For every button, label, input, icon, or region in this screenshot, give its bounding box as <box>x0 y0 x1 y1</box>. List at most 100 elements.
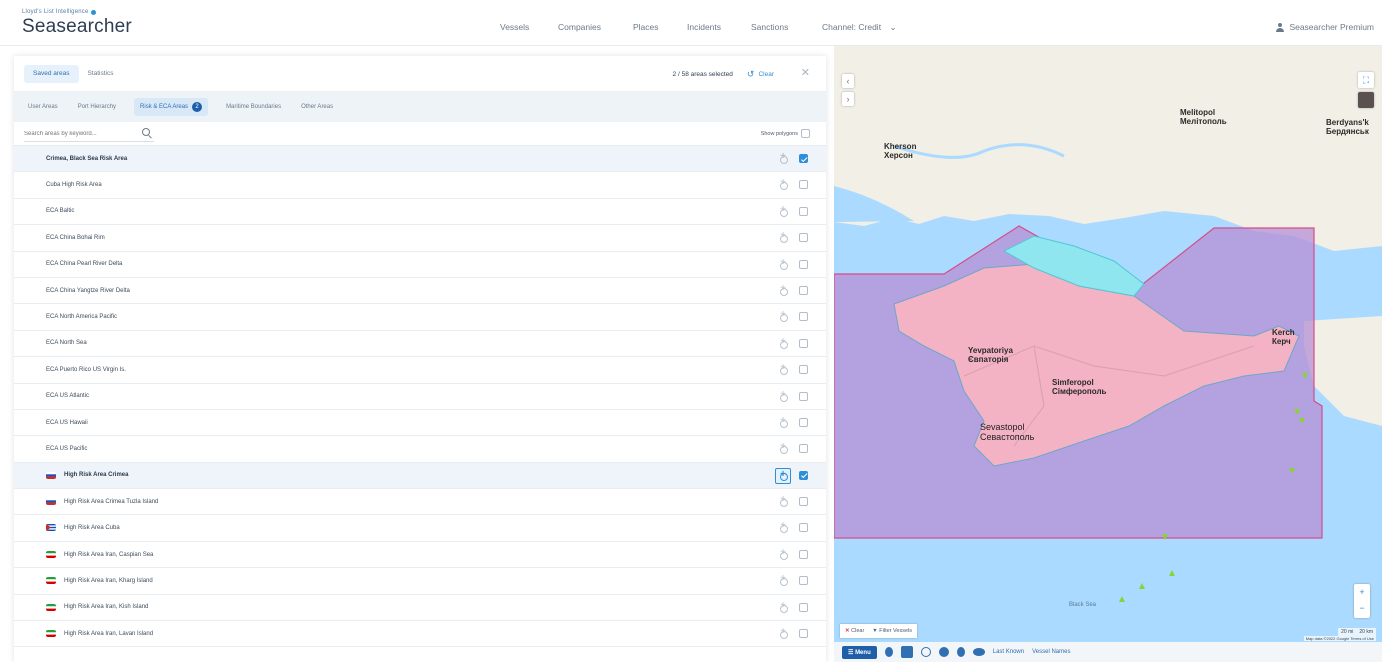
vessel-marker[interactable] <box>1119 596 1125 602</box>
area-row[interactable]: High Risk Area Iran, Lavan Island <box>14 621 826 648</box>
brand-logo[interactable]: Lloyd's List Intelligence Seasearcher <box>22 9 132 38</box>
area-row[interactable]: High Risk Area Crimea Tuzla Island <box>14 489 826 516</box>
crosshair-icon[interactable] <box>778 494 788 508</box>
map-attribution[interactable]: Map data ©2022 Google Terms of Use <box>1303 636 1376 641</box>
area-row[interactable]: High Risk Area Iran, Kharg Island <box>14 568 826 595</box>
zoom-in-icon[interactable]: + <box>1354 584 1370 600</box>
crosshair-icon[interactable] <box>778 230 788 244</box>
crosshair-icon[interactable] <box>775 467 791 484</box>
area-checkbox[interactable] <box>799 444 808 454</box>
close-icon[interactable]: ✕ <box>801 66 810 79</box>
tab-port-hierarchy[interactable]: Port Hierarchy <box>76 100 118 114</box>
area-row[interactable]: ECA US Atlantic <box>14 384 826 410</box>
area-row[interactable]: High Risk Area Cuba <box>14 515 826 542</box>
location-pin-icon[interactable] <box>884 647 893 657</box>
vessel-names-toggle[interactable]: Vessel Names <box>1032 649 1070 655</box>
nav-companies[interactable]: Companies <box>558 22 601 32</box>
area-checkbox[interactable] <box>799 338 808 348</box>
compass-icon[interactable] <box>938 647 949 657</box>
area-checkbox[interactable] <box>799 285 808 295</box>
show-polygons-toggle[interactable]: Show polygons <box>761 129 810 138</box>
area-row[interactable]: High Risk Area Iran, Caspian Sea <box>14 542 826 569</box>
pin-icon[interactable] <box>956 647 965 657</box>
crosshair-icon[interactable] <box>778 389 788 402</box>
layers-icon[interactable] <box>900 646 913 658</box>
area-row[interactable]: ECA US Pacific <box>14 436 826 463</box>
street-view-button[interactable] <box>1358 92 1374 108</box>
area-row[interactable]: ECA China Yangtze River Delta <box>14 278 826 305</box>
clear-selection-button[interactable]: ↺ Clear <box>747 69 774 80</box>
tab-user-areas[interactable]: User Areas <box>26 100 60 114</box>
fullscreen-button[interactable]: ⛶ <box>1358 72 1374 88</box>
area-row[interactable]: Crimea, Black Sea Risk Area <box>14 146 826 173</box>
area-checkbox[interactable] <box>799 391 808 401</box>
search-icon[interactable] <box>920 647 931 657</box>
crosshair-icon[interactable] <box>778 336 788 349</box>
menu-button[interactable]: ☰ Menu <box>842 645 877 659</box>
last-known-toggle[interactable]: Last Known <box>993 649 1024 655</box>
area-checkbox[interactable] <box>799 602 808 612</box>
search-icon[interactable] <box>142 128 150 136</box>
area-checkbox[interactable] <box>799 417 808 427</box>
area-row[interactable]: ECA North Sea <box>14 331 826 358</box>
crosshair-icon[interactable] <box>778 600 788 613</box>
crosshair-icon[interactable] <box>778 547 788 560</box>
crosshair-icon[interactable] <box>778 151 788 164</box>
tab-statistics[interactable]: Statistics <box>79 65 123 83</box>
area-checkbox[interactable] <box>799 259 808 269</box>
crosshair-icon[interactable] <box>778 415 788 428</box>
area-checkbox[interactable] <box>799 233 808 243</box>
crosshair-icon[interactable] <box>778 626 788 640</box>
area-row[interactable]: ECA US Hawaii <box>14 410 826 437</box>
nav-channel-credit[interactable]: Channel: Credit ⌄ <box>822 22 897 33</box>
filter-clear-button[interactable]: ✕ Clear <box>845 628 864 634</box>
zoom-control[interactable]: + − <box>1354 584 1370 618</box>
area-row[interactable]: High Risk Area Crimea <box>14 462 826 490</box>
vessel-marker[interactable] <box>1139 583 1145 589</box>
tab-other-areas[interactable]: Other Areas <box>299 100 335 114</box>
area-checkbox[interactable] <box>799 312 808 322</box>
area-checkbox[interactable] <box>799 206 808 216</box>
area-row[interactable]: ECA China Pearl River Delta <box>14 252 826 278</box>
crosshair-icon[interactable] <box>778 520 788 534</box>
area-row[interactable]: Cuba High Risk Area <box>14 172 826 199</box>
crosshair-icon[interactable] <box>778 257 788 270</box>
nav-places[interactable]: Places <box>633 22 659 32</box>
area-checkbox[interactable] <box>799 523 808 533</box>
area-checkbox[interactable] <box>799 154 808 163</box>
area-checkbox[interactable] <box>799 549 808 559</box>
area-checkbox[interactable] <box>799 629 808 639</box>
search-input[interactable] <box>24 126 154 142</box>
area-row[interactable]: High Risk Area Iran, Kish Island <box>14 595 826 622</box>
area-checkbox[interactable] <box>799 497 808 507</box>
area-checkbox[interactable] <box>799 180 808 190</box>
crosshair-icon[interactable] <box>778 441 788 455</box>
cloud-icon[interactable] <box>972 648 985 656</box>
area-checkbox[interactable] <box>799 470 808 480</box>
area-checkbox[interactable] <box>799 365 808 375</box>
nav-incidents[interactable]: Incidents <box>687 22 721 32</box>
crosshair-icon[interactable] <box>778 283 788 296</box>
zoom-out-icon[interactable]: − <box>1354 600 1370 616</box>
user-menu[interactable]: Seasearcher Premium <box>1276 22 1374 32</box>
show-polygons-checkbox[interactable] <box>801 129 810 138</box>
crosshair-icon[interactable] <box>778 362 788 376</box>
filter-vessels-button[interactable]: ▼ Filter Vessels <box>872 628 912 634</box>
vessel-marker[interactable] <box>1169 570 1175 576</box>
map-view[interactable]: Kherson Херсон Melitopol Мелітополь Berdya… <box>834 46 1382 662</box>
map-next-button[interactable]: › <box>842 92 854 106</box>
map-prev-button[interactable]: ‹ <box>842 74 854 88</box>
crosshair-icon[interactable] <box>778 177 788 191</box>
area-checkbox[interactable] <box>799 576 808 586</box>
tab-risk-eca-areas[interactable]: Risk & ECA Areas 2 <box>134 98 209 116</box>
area-row[interactable]: ECA China Bohai Rim <box>14 225 826 252</box>
area-row[interactable]: ECA Baltic <box>14 199 826 226</box>
crosshair-icon[interactable] <box>778 309 788 323</box>
tab-saved-areas[interactable]: Saved areas <box>24 65 79 83</box>
crosshair-icon[interactable] <box>778 204 788 217</box>
nav-vessels[interactable]: Vessels <box>500 22 529 32</box>
tab-maritime-boundaries[interactable]: Maritime Boundaries <box>224 100 283 114</box>
area-row[interactable]: ECA Puerto Rico US Virgin Is. <box>14 357 826 384</box>
nav-sanctions[interactable]: Sanctions <box>751 22 788 32</box>
crosshair-icon[interactable] <box>778 573 788 587</box>
